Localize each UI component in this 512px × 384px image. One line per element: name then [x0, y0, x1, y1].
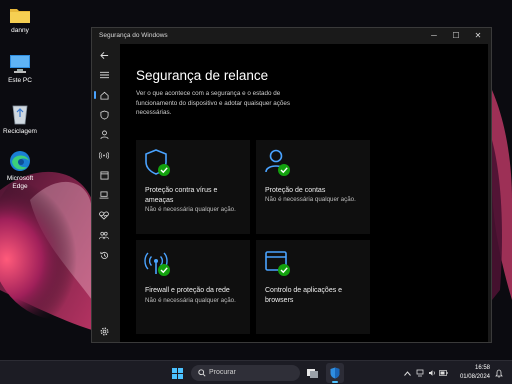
- antenna-icon: [99, 151, 109, 159]
- sidebar-item-firewall[interactable]: [96, 148, 112, 162]
- sidebar-item-virus-protection[interactable]: [96, 108, 112, 122]
- sidebar-item-app-browser-control[interactable]: [96, 168, 112, 182]
- windows-logo-icon: [171, 367, 183, 379]
- heart-pulse-icon: [99, 210, 109, 220]
- card-title: Proteção contra vírus e ameaças: [145, 187, 218, 204]
- desktop-icon-edge[interactable]: Microsoft Edge: [0, 150, 40, 191]
- folder-icon: [10, 9, 30, 23]
- browser-check-icon: [265, 251, 290, 276]
- desktop-icon-label: Reciclagem: [3, 128, 37, 135]
- card-account-protection[interactable]: Proteção de contas Não é necessária qual…: [256, 140, 370, 234]
- chevron-up-icon: [403, 370, 411, 376]
- sidebar-item-settings[interactable]: [96, 324, 112, 338]
- network-icon: [416, 369, 423, 377]
- hamburger-menu-icon: [99, 71, 109, 79]
- taskbar: Procurar 16:58 01/08/2024: [0, 360, 512, 384]
- main-content: Segurança de relance Ver o que acontece …: [120, 44, 488, 342]
- desktop-icon-label: Este PC: [8, 77, 32, 84]
- sidebar-item-protection-history[interactable]: [96, 248, 112, 262]
- home-icon: [99, 91, 109, 100]
- shield-check-icon: [145, 149, 170, 176]
- recycle-bin-icon: [12, 105, 28, 125]
- window-title: Segurança do Windows: [99, 32, 168, 39]
- sidebar-item-family-options[interactable]: [96, 228, 112, 242]
- shield-icon: [330, 367, 340, 379]
- menu-button[interactable]: [96, 68, 112, 82]
- taskbar-windows-security[interactable]: [326, 363, 344, 383]
- family-icon: [99, 231, 109, 239]
- person-icon: [99, 130, 109, 140]
- search-icon: [198, 369, 206, 377]
- clock-date: 01/08/2024: [459, 374, 490, 380]
- sidebar-item-account-protection[interactable]: [96, 128, 112, 142]
- maximize-button[interactable]: ☐: [447, 30, 465, 42]
- card-status: Não é necessária qualquer ação.: [265, 196, 356, 203]
- windows-security-window: Segurança do Windows ─ ☐ ✕ Segurança de …: [91, 27, 492, 343]
- notification-button[interactable]: [493, 361, 505, 384]
- tray-network[interactable]: [414, 361, 425, 384]
- laptop-icon: [99, 191, 109, 199]
- gear-icon: [100, 327, 108, 335]
- search-placeholder: Procurar: [209, 369, 236, 376]
- tray-volume[interactable]: [426, 361, 437, 384]
- desktop-icon-label: Microsoft Edge: [6, 175, 34, 190]
- active-app-indicator: [332, 381, 338, 383]
- desktop-icon-recycle-bin[interactable]: Reciclagem: [0, 103, 40, 136]
- person-check-icon: [265, 149, 290, 176]
- tray-overflow-button[interactable]: [402, 361, 412, 384]
- computer-icon: [10, 55, 30, 73]
- desktop-icon-this-pc[interactable]: Este PC: [0, 54, 40, 85]
- back-arrow-icon: [99, 51, 108, 59]
- card-virus-protection[interactable]: Proteção contra vírus e ameaças Não é ne…: [136, 140, 250, 234]
- card-firewall[interactable]: Firewall e proteção da rede Não é necess…: [136, 240, 250, 334]
- history-icon: [99, 251, 108, 259]
- page-description: Ver o que acontece com a segurança e o e…: [136, 90, 291, 116]
- title-bar[interactable]: Segurança do Windows ─ ☐ ✕: [92, 28, 491, 44]
- clock-time: 16:58: [474, 365, 490, 371]
- taskbar-search[interactable]: Procurar: [191, 365, 300, 381]
- desktop-icon-danny[interactable]: danny: [0, 6, 40, 35]
- speaker-icon: [428, 370, 435, 376]
- desktop-icon-label: danny: [11, 27, 29, 34]
- card-status: Não é necessária qualquer ação.: [145, 206, 236, 213]
- minimize-button[interactable]: ─: [425, 30, 443, 42]
- card-title: Proteção de contas: [265, 187, 326, 194]
- page-title: Segurança de relance: [136, 68, 269, 83]
- sidebar: [92, 44, 116, 342]
- start-button[interactable]: [168, 361, 186, 384]
- sidebar-item-device-performance[interactable]: [96, 208, 112, 222]
- card-status: Não é necessária qualquer ação.: [145, 297, 236, 304]
- edge-icon: [10, 151, 30, 171]
- browser-window-icon: [99, 170, 109, 180]
- card-title: Controlo de aplicações e browsers: [265, 287, 343, 304]
- back-button[interactable]: [96, 48, 112, 62]
- antenna-check-icon: [144, 252, 170, 276]
- tray-battery[interactable]: [438, 361, 449, 384]
- card-title: Firewall e proteção da rede: [145, 287, 230, 294]
- taskbar-task-view[interactable]: [304, 361, 322, 384]
- task-view-icon: [307, 369, 318, 378]
- card-app-browser-control[interactable]: Controlo de aplicações e browsers: [256, 240, 370, 334]
- close-button[interactable]: ✕: [469, 30, 487, 42]
- sidebar-item-home[interactable]: [94, 88, 112, 102]
- shield-icon: [99, 110, 109, 120]
- sidebar-item-device-security[interactable]: [96, 188, 112, 202]
- bell-icon: [495, 369, 503, 377]
- battery-icon: [439, 370, 448, 376]
